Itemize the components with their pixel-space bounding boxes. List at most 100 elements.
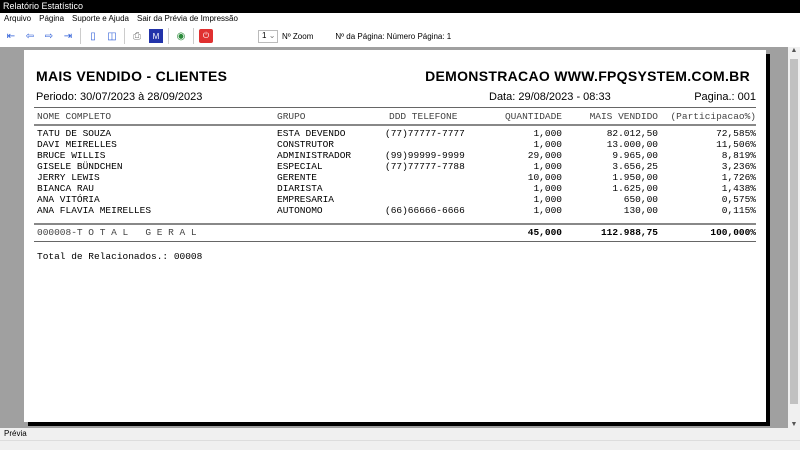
cell-quantidade: 29,000 [527, 150, 562, 161]
status-bar: Prévia [0, 428, 800, 440]
table-row: TATU DE SOUZA ESTA DEVENDO (77)77777-7777 1… [24, 128, 766, 139]
divider [34, 241, 756, 242]
last-page-icon[interactable]: ⇥ [61, 29, 75, 43]
total-mais-vendido: 112.988,75 [600, 227, 658, 238]
menu-suporte[interactable]: Suporte e Ajuda [72, 14, 129, 24]
cell-quantidade: 1,000 [533, 183, 562, 194]
horizontal-scrollbar[interactable] [0, 440, 800, 450]
cell-telefone: (77)77777-7777 [385, 128, 465, 139]
cell-grupo: AUTONOMO [277, 205, 323, 216]
preview-area: MAIS VENDIDO - CLIENTES DEMONSTRACAO WWW… [0, 47, 788, 428]
cell-participacao: 11,506% [716, 139, 756, 150]
cell-grupo: EMPRESARIA [277, 194, 335, 205]
table-header: NOME COMPLETO GRUPO DDD TELEFONE QUANTID… [24, 111, 766, 122]
total-relacionados: Total de Relacionados.: 00008 [37, 251, 203, 262]
cell-grupo: ADMINISTRADOR [277, 150, 352, 161]
report-title: MAIS VENDIDO - CLIENTES [36, 68, 228, 84]
vertical-scrollbar[interactable]: ▲ ▼ [788, 47, 800, 428]
cell-telefone: (77)77777-7788 [385, 161, 465, 172]
zoom-label: Nº Zoom [282, 31, 314, 41]
first-page-icon[interactable]: ⇤ [4, 29, 18, 43]
cell-nome: TATU DE SOUZA [37, 128, 112, 139]
page-select[interactable]: 1 ⌄ [258, 29, 278, 43]
cell-participacao: 0,115% [721, 205, 756, 216]
separator [193, 28, 194, 44]
cell-participacao: 1,726% [721, 172, 756, 183]
report-date: Data: 29/08/2023 - 08:33 [489, 91, 611, 103]
cell-nome: ANA VITÓRIA [37, 194, 100, 205]
cell-quantidade: 1,000 [533, 161, 562, 172]
cell-mais-vendido: 3.656,25 [612, 161, 658, 172]
cell-mais-vendido: 9.965,00 [612, 150, 658, 161]
cell-participacao: 0,575% [721, 194, 756, 205]
report-period: Periodo: 30/07/2023 à 28/09/2023 [36, 91, 203, 103]
cell-mais-vendido: 130,00 [623, 205, 658, 216]
table-row: BRUCE WILLIS ADMINISTRADOR (99)99999-9999 2… [24, 150, 766, 161]
prev-page-icon[interactable]: ⇦ [23, 29, 37, 43]
cell-grupo: CONSTRUTOR [277, 139, 335, 150]
cell-telefone: (66)66666-6666 [385, 205, 465, 216]
divider [34, 223, 756, 225]
total-participacao: 100,000% [710, 227, 756, 238]
print-icon[interactable]: ⎙ [130, 29, 144, 43]
table-row: GISELE BÜNDCHEN ESPECIAL (77)77777-7788 1,0… [24, 161, 766, 172]
table-row: ANA VITÓRIA EMPRESARIA 1,000 650,00 0,575% [24, 194, 766, 205]
menu-sair-previa[interactable]: Sair da Prévia de Impressão [137, 14, 238, 24]
cell-mais-vendido: 13.000,00 [606, 139, 658, 150]
menu-bar: Arquivo Página Suporte e Ajuda Sair da P… [0, 13, 800, 25]
cell-quantidade: 1,000 [533, 194, 562, 205]
menu-pagina[interactable]: Página [39, 14, 64, 24]
cell-participacao: 8,819% [721, 150, 756, 161]
cell-nome: GISELE BÜNDCHEN [37, 161, 123, 172]
col-grupo: GRUPO [277, 111, 306, 122]
cell-grupo: ESTA DEVENDO [277, 128, 346, 139]
cell-participacao: 3,236% [721, 161, 756, 172]
col-quantidade: QUANTIDADE [504, 111, 562, 122]
title-bar: Relatório Estatístico [0, 0, 800, 13]
col-mais-vendido: MAIS VENDIDO [589, 111, 658, 122]
table-row: BIANCA RAU DIARISTA 1,000 1.625,00 1,438% [24, 183, 766, 194]
divider [34, 124, 756, 126]
cell-grupo: GERENTE [277, 172, 317, 183]
total-label: 000008-T O T A L G E R A L [37, 227, 197, 238]
two-pages-icon[interactable]: ◫ [105, 29, 119, 43]
col-nome: NOME COMPLETO [37, 111, 112, 122]
cell-participacao: 72,585% [716, 128, 756, 139]
page-select-value: 1 [262, 30, 267, 40]
scroll-thumb[interactable] [790, 59, 798, 404]
cell-grupo: DIARISTA [277, 183, 323, 194]
separator [80, 28, 81, 44]
web-icon[interactable]: ◉ [174, 29, 188, 43]
table-row: DAVI MEIRELLES CONSTRUTOR 1,000 13.000,00 11… [24, 139, 766, 150]
cell-quantidade: 1,000 [533, 205, 562, 216]
total-row: 000008-T O T A L G E R A L 45,000 112.98… [24, 227, 766, 238]
report-page-number: Pagina.: 001 [694, 91, 756, 103]
export-icon[interactable]: M [149, 29, 163, 43]
cell-grupo: ESPECIAL [277, 161, 323, 172]
status-text: Prévia [4, 429, 27, 438]
cell-quantidade: 1,000 [533, 128, 562, 139]
col-participacao: (Participacao%) [670, 111, 756, 122]
close-preview-icon[interactable]: ⏻ [199, 29, 213, 43]
report-page: MAIS VENDIDO - CLIENTES DEMONSTRACAO WWW… [24, 50, 766, 422]
toolbar: ⇤ ⇦ ⇨ ⇥ ▯ ◫ ⎙ M ◉ ⏻ 1 ⌄ Nº Zoom Nº da Pá… [0, 25, 800, 47]
menu-arquivo[interactable]: Arquivo [4, 14, 31, 24]
cell-quantidade: 10,000 [527, 172, 562, 183]
cell-mais-vendido: 82.012,50 [606, 128, 658, 139]
cell-nome: JERRY LEWIS [37, 172, 100, 183]
separator [124, 28, 125, 44]
cell-participacao: 1,438% [721, 183, 756, 194]
table-row: ANA FLAVIA MEIRELLES AUTONOMO (66)66666-66… [24, 205, 766, 216]
separator [168, 28, 169, 44]
page-info: Nº da Página: Número Página: 1 [335, 31, 452, 41]
report-company: DEMONSTRACAO WWW.FPQSYSTEM.COM.BR [425, 68, 750, 84]
cell-quantidade: 1,000 [533, 139, 562, 150]
cell-telefone: (99)99999-9999 [385, 150, 465, 161]
single-page-icon[interactable]: ▯ [86, 29, 100, 43]
divider [34, 107, 756, 108]
cell-nome: ANA FLAVIA MEIRELLES [37, 205, 152, 216]
window-title: Relatório Estatístico [3, 1, 84, 11]
cell-mais-vendido: 650,00 [623, 194, 658, 205]
next-page-icon[interactable]: ⇨ [42, 29, 56, 43]
cell-nome: BRUCE WILLIS [37, 150, 106, 161]
